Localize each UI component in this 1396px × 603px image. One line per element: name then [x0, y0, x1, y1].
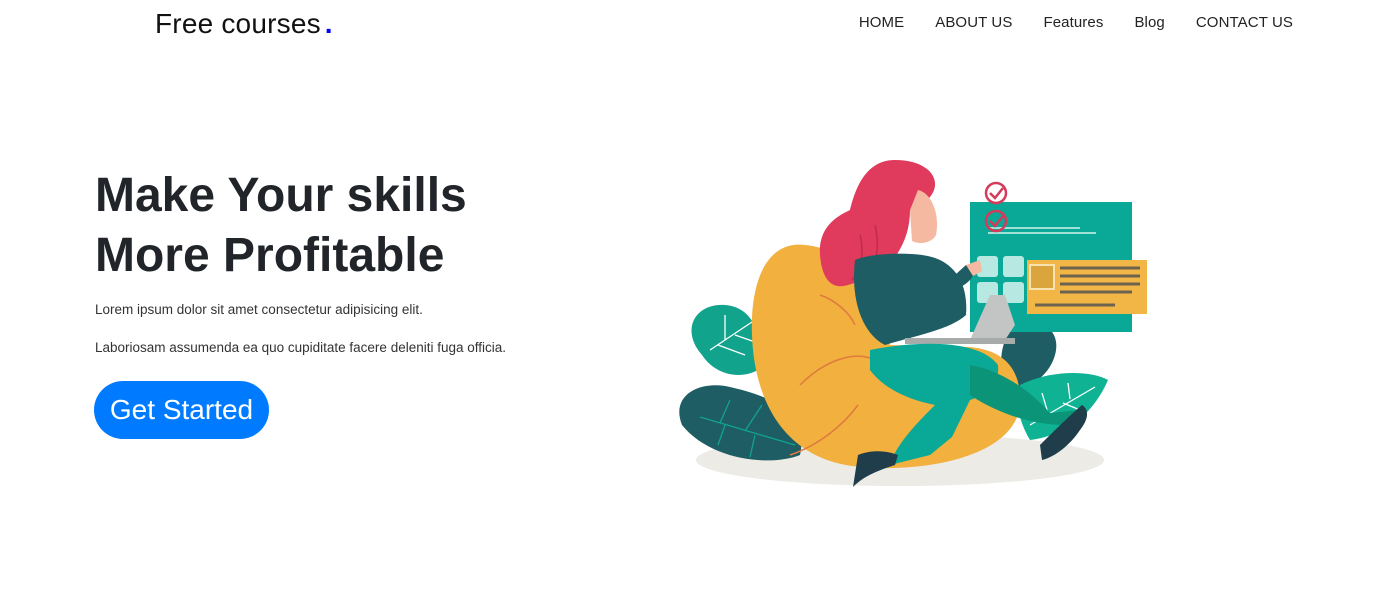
brand-logo[interactable]: Free courses. [155, 8, 333, 40]
check-icon [984, 181, 1008, 205]
nav-features[interactable]: Features [1043, 14, 1103, 31]
nav-blog[interactable]: Blog [1134, 14, 1164, 31]
leaf-left-top [691, 304, 761, 375]
hero-title-line1: Make Your skills [95, 169, 467, 222]
nav-home[interactable]: HOME [859, 14, 904, 31]
woman-on-beanbag-with-laptop-illustration [679, 160, 1147, 487]
nav-about-us[interactable]: ABOUT US [935, 14, 1012, 31]
hero-title-line2: More Profitable [95, 229, 445, 282]
brand-dot: . [324, 8, 333, 39]
brand-name: Free courses [155, 8, 321, 39]
hero-title: Make Your skills More Profitable [95, 166, 555, 286]
nav-contact-us[interactable]: CONTACT US [1196, 14, 1293, 31]
document-card [1027, 260, 1147, 314]
hero-text-2: Laboriosam assumenda ea quo cupiditate f… [95, 340, 507, 355]
hero-text-1: Lorem ipsum dolor sit amet consectetur a… [95, 302, 423, 317]
get-started-button[interactable]: Get Started [94, 381, 269, 439]
landing-page: Free courses. HOME ABOUT US Features Blo… [0, 0, 1396, 603]
main-nav: HOME ABOUT US Features Blog CONTACT US [859, 14, 1293, 31]
